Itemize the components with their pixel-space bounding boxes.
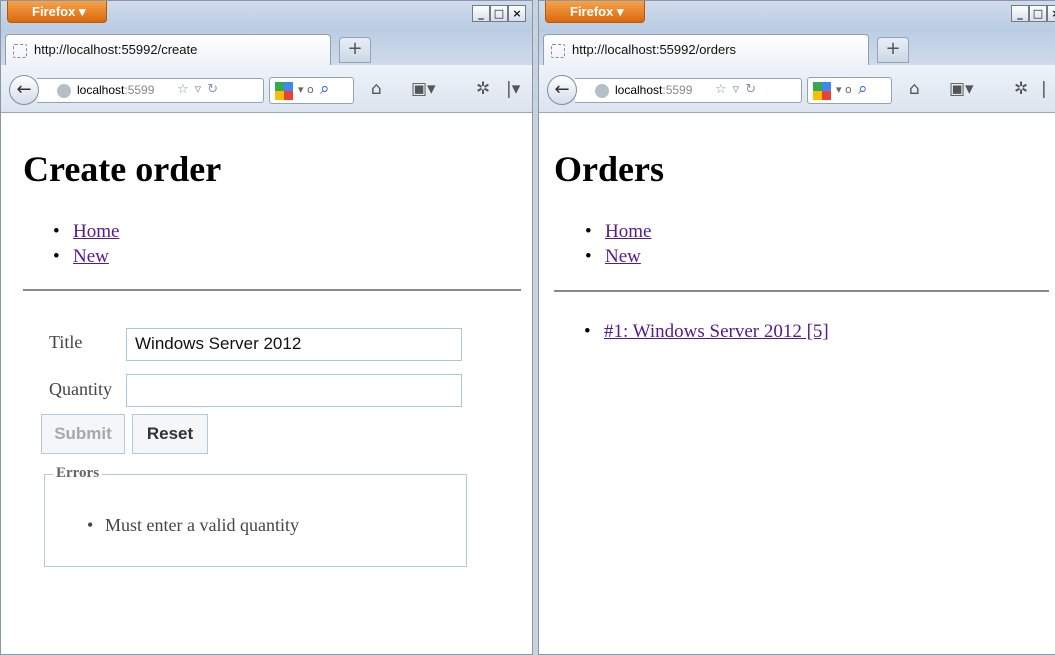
google-icon[interactable] — [275, 82, 293, 100]
bookmarks-menu-icon[interactable]: ▣▾ — [949, 79, 974, 99]
errors-fieldset: Errors Must enter a valid quantity — [44, 465, 467, 567]
orders-list: #1: Windows Server 2012 [5] — [584, 319, 829, 344]
window-controls: _ □ × — [472, 5, 526, 22]
error-message: Must enter a valid quantity — [87, 515, 299, 536]
title-label: Title — [49, 332, 83, 352]
maximize-button[interactable]: □ — [1029, 5, 1047, 22]
window-titlebar: Firefox ▾ _ □ × — [1, 1, 532, 31]
navigation-toolbar: localhost:5599 ☆ ▿ ↻ ← ▾ o ⌕ ⌂ ▣▾ ✲ |▾ — [1, 65, 532, 113]
page-content: Orders Home New #1: Windows Server 2012 … — [539, 114, 1055, 654]
search-engine-dropdown-icon[interactable]: ▾ o — [298, 83, 314, 96]
url-bar[interactable]: localhost:5599 ☆ ▿ ↻ — [575, 78, 802, 103]
search-engine-dropdown-icon[interactable]: ▾ o — [836, 83, 852, 96]
toolbar-overflow-icon[interactable]: |▾ — [506, 79, 520, 99]
firefox-menu-button[interactable]: Firefox ▾ — [545, 1, 645, 23]
url-text: localhost:5599 — [615, 83, 693, 97]
history-dropdown-icon[interactable]: ▿ — [195, 82, 202, 97]
divider — [554, 290, 1049, 292]
list-item: Home — [53, 219, 119, 244]
close-button[interactable]: × — [1047, 5, 1055, 22]
submit-button[interactable]: Submit — [41, 414, 125, 454]
maximize-button[interactable]: □ — [490, 5, 508, 22]
quantity-input[interactable] — [126, 374, 462, 407]
page-title: Orders — [554, 149, 664, 189]
bookmark-star-icon[interactable]: ☆ — [177, 82, 189, 97]
url-bar[interactable]: localhost:5599 ☆ ▿ ↻ — [37, 78, 264, 103]
tab-create[interactable]: http://localhost:55992/create — [5, 34, 331, 65]
list-item: New — [585, 244, 651, 269]
reload-icon[interactable]: ↻ — [745, 82, 756, 97]
bookmark-star-icon[interactable]: ☆ — [715, 82, 727, 97]
tab-title: http://localhost:55992/orders — [572, 42, 737, 57]
reset-button[interactable]: Reset — [132, 414, 208, 454]
minimize-button[interactable]: _ — [472, 5, 490, 22]
navigation-toolbar: localhost:5599 ☆ ▿ ↻ ← ▾ o ⌕ ⌂ ▣▾ ✲ | — [539, 65, 1055, 113]
new-link[interactable]: New — [605, 246, 641, 267]
addon-icon[interactable]: ✲ — [1014, 79, 1028, 99]
minimize-button[interactable]: _ — [1011, 5, 1029, 22]
order-link[interactable]: #1: Windows Server 2012 [5] — [604, 321, 829, 342]
home-link[interactable]: Home — [73, 221, 119, 242]
new-link[interactable]: New — [73, 246, 109, 267]
quantity-label: Quantity — [49, 379, 112, 399]
page-favicon-icon — [13, 44, 27, 58]
search-box[interactable]: ▾ o ⌕ — [269, 77, 354, 104]
errors-list: Must enter a valid quantity — [87, 515, 299, 536]
window-controls: _ □ × — [1011, 5, 1055, 22]
url-bar-icons: ☆ ▿ ↻ — [715, 82, 762, 97]
url-text: localhost:5599 — [77, 83, 155, 97]
back-button[interactable]: ← — [9, 75, 39, 105]
search-icon[interactable]: ⌕ — [858, 79, 868, 99]
tab-orders[interactable]: http://localhost:55992/orders — [543, 34, 869, 65]
site-identity-icon[interactable] — [57, 84, 71, 98]
new-tab-button[interactable]: + — [877, 37, 909, 63]
close-button[interactable]: × — [508, 5, 526, 22]
list-item: Home — [585, 219, 651, 244]
google-icon[interactable] — [813, 82, 831, 100]
nav-links: Home New — [585, 219, 651, 269]
page-title: Create order — [23, 149, 222, 189]
window-titlebar: Firefox ▾ _ □ × — [539, 1, 1055, 31]
page-content: Create order Home New Title Windows Serv… — [1, 114, 532, 654]
nav-links: Home New — [53, 219, 119, 269]
search-icon[interactable]: ⌕ — [320, 79, 330, 99]
tab-title: http://localhost:55992/create — [34, 42, 198, 57]
reload-icon[interactable]: ↻ — [207, 82, 218, 97]
new-tab-button[interactable]: + — [339, 37, 371, 63]
title-input[interactable]: Windows Server 2012 — [126, 328, 462, 361]
page-favicon-icon — [551, 44, 565, 58]
tab-bar: http://localhost:55992/create + — [1, 31, 532, 65]
firefox-menu-button[interactable]: Firefox ▾ — [7, 1, 107, 23]
search-box[interactable]: ▾ o ⌕ — [807, 77, 892, 104]
home-icon[interactable]: ⌂ — [371, 79, 382, 99]
list-item: #1: Windows Server 2012 [5] — [584, 319, 829, 344]
divider — [23, 289, 521, 291]
addon-icon[interactable]: ✲ — [476, 79, 490, 99]
tab-bar: http://localhost:55992/orders + — [539, 31, 1055, 65]
site-identity-icon[interactable] — [595, 84, 609, 98]
home-icon[interactable]: ⌂ — [909, 79, 920, 99]
toolbar-overflow-icon[interactable]: | — [1041, 79, 1047, 99]
back-button[interactable]: ← — [547, 75, 577, 105]
list-item: New — [53, 244, 119, 269]
browser-window-orders: Firefox ▾ _ □ × http://localhost:55992/o… — [538, 0, 1055, 655]
browser-window-create: Firefox ▾ _ □ × http://localhost:55992/c… — [0, 0, 533, 655]
errors-legend: Errors — [53, 465, 103, 482]
url-bar-icons: ☆ ▿ ↻ — [177, 82, 224, 97]
home-link[interactable]: Home — [605, 221, 651, 242]
history-dropdown-icon[interactable]: ▿ — [733, 82, 740, 97]
bookmarks-menu-icon[interactable]: ▣▾ — [411, 79, 436, 99]
